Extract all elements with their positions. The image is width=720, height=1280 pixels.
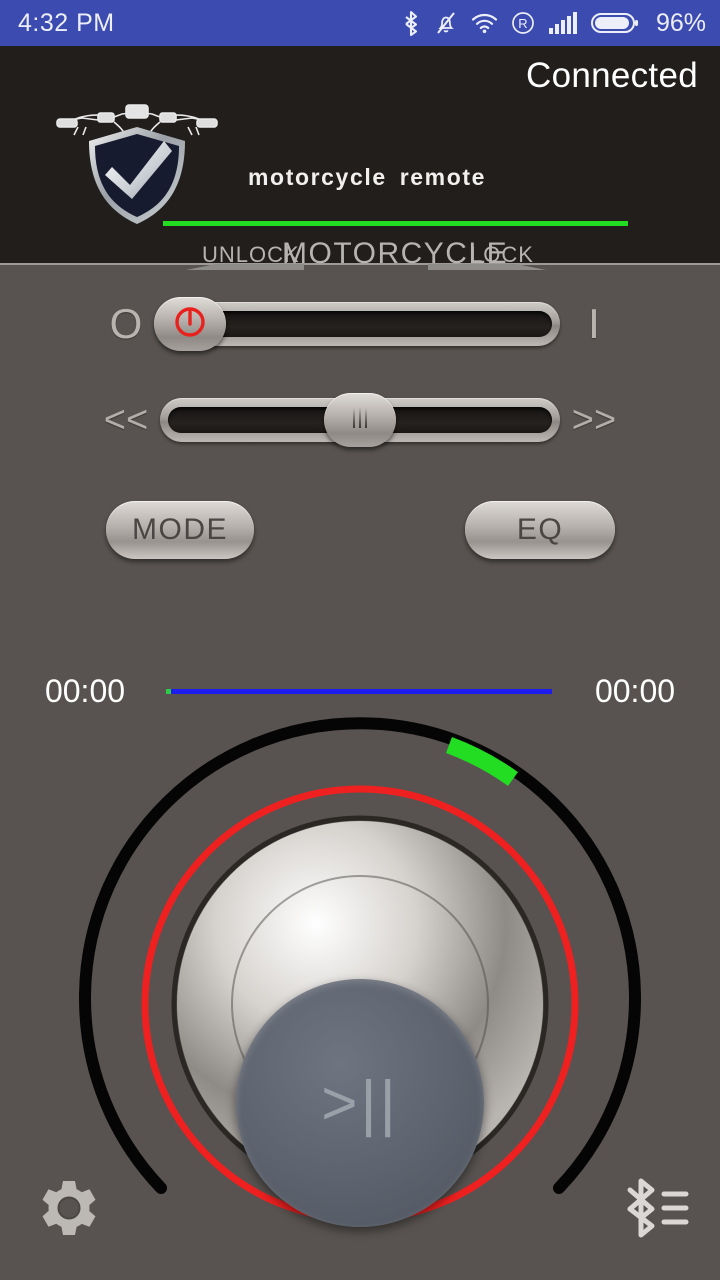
lock-label[interactable]: LOCK [470, 242, 534, 268]
bluetooth-list-icon [620, 1178, 690, 1248]
total-time-label: 00:00 [594, 672, 676, 709]
mode-button[interactable]: MODE [106, 501, 254, 559]
progress-handle[interactable] [166, 688, 171, 694]
settings-button[interactable] [36, 1178, 102, 1249]
battery-icon [590, 11, 639, 35]
volume-knob-area: >|| [0, 714, 720, 1274]
playback-progress-row: 00:00 00:00 [0, 667, 720, 715]
app-header: Connected motorcycle remote UNLOCK MOTOR… [0, 46, 720, 270]
power-slider-thumb[interactable] [154, 297, 226, 351]
power-on-label: I [588, 300, 600, 347]
status-bar: 4:32 PM R 96% [0, 0, 720, 46]
main-content: O I << >> MODE EQ 00:00 00:00 >|| [0, 267, 720, 1280]
wifi-icon [471, 12, 498, 34]
grip-lines-icon [343, 401, 377, 440]
app-screen: 4:32 PM R 96% Connected motorcycle remot… [0, 0, 720, 1280]
previous-track-label[interactable]: << [92, 399, 160, 442]
seek-slider-row: << >> [0, 385, 720, 455]
power-icon [172, 304, 208, 345]
power-slider-track[interactable] [154, 297, 560, 351]
connection-status-label: Connected [526, 56, 698, 95]
cellular-signal-icon [548, 11, 578, 35]
motorcycle-shield-logo [52, 91, 222, 231]
seek-slider-thumb[interactable] [324, 393, 396, 447]
power-off-label: O [109, 300, 143, 347]
playback-progress-bar[interactable] [166, 688, 552, 694]
battery-percent-label: 96% [655, 8, 706, 37]
bluetooth-icon [401, 10, 421, 37]
status-time: 4:32 PM [18, 8, 115, 37]
play-pause-button[interactable]: >|| [236, 979, 484, 1227]
power-slider-row: O I [0, 289, 720, 359]
header-accent-line [163, 221, 628, 226]
app-title: motorcycle remote [248, 164, 486, 190]
elapsed-time-label: 00:00 [44, 672, 126, 709]
gear-icon [36, 1181, 102, 1248]
bell-muted-icon [434, 10, 458, 36]
bluetooth-device-list-button[interactable] [620, 1172, 690, 1249]
svg-text:R: R [518, 16, 527, 31]
seek-slider-track[interactable] [160, 393, 560, 447]
status-icon-tray: R 96% [401, 9, 706, 38]
r-registered-icon: R [511, 11, 535, 35]
next-track-label[interactable]: >> [560, 399, 628, 442]
eq-button[interactable]: EQ [465, 501, 615, 559]
